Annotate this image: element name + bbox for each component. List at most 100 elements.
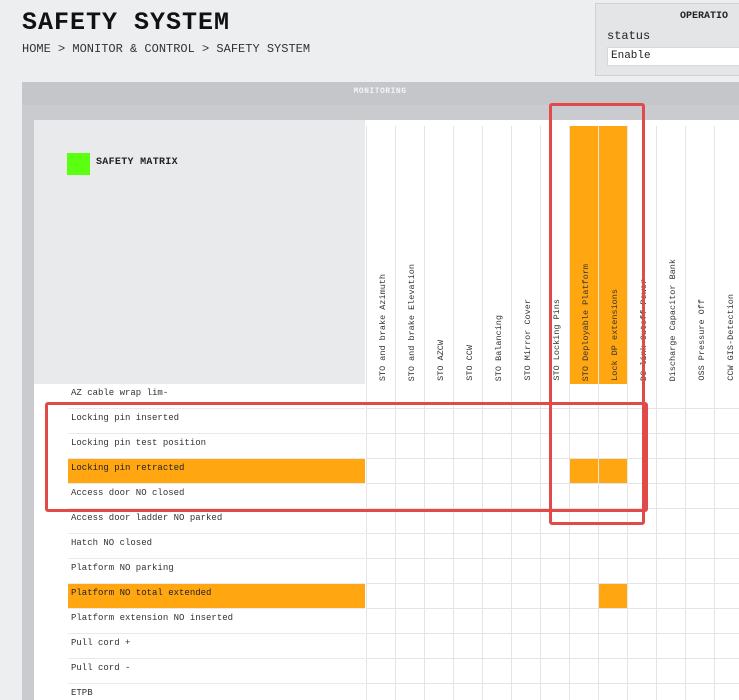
matrix-cell (424, 634, 453, 659)
row-label: Locking pin retracted (68, 459, 365, 484)
matrix-cell (540, 409, 569, 434)
matrix-cell (366, 584, 395, 609)
matrix-cell (395, 509, 424, 534)
matrix-cell (366, 384, 395, 409)
matrix-cell (685, 609, 714, 634)
column-label: CCW GIS-Detection (726, 294, 736, 381)
matrix-cell (366, 659, 395, 684)
matrix-cell (482, 659, 511, 684)
column-header: STO AZCW (424, 126, 453, 384)
matrix-cell (540, 509, 569, 534)
column-label: STO Balancing (494, 314, 504, 381)
matrix-cell (656, 484, 685, 509)
column-header: STO and brake Elevation (395, 126, 424, 384)
matrix-cell (395, 384, 424, 409)
matrix-cell (395, 409, 424, 434)
matrix-cell (395, 434, 424, 459)
matrix-cell (540, 434, 569, 459)
matrix-cell (569, 409, 598, 434)
matrix-cell (511, 384, 540, 409)
matrix-cell (598, 509, 627, 534)
matrix-cell (424, 434, 453, 459)
matrix-cell (482, 484, 511, 509)
row-label: Locking pin test position (68, 434, 365, 459)
matrix-cell (366, 559, 395, 584)
matrix-cell (424, 534, 453, 559)
matrix-cell (685, 484, 714, 509)
matrix-cell (569, 634, 598, 659)
row-label: Platform NO total extended (68, 584, 365, 609)
matrix-cell (511, 634, 540, 659)
matrix-cell (511, 484, 540, 509)
matrix-cell (366, 609, 395, 634)
matrix-cell (569, 459, 598, 484)
matrix-cell (511, 659, 540, 684)
matrix-cell (424, 484, 453, 509)
matrix-cell (685, 584, 714, 609)
matrix-cell (627, 659, 656, 684)
matrix-cell (424, 584, 453, 609)
legend-square (67, 153, 90, 175)
matrix-cell (714, 434, 739, 459)
matrix-cell (540, 459, 569, 484)
matrix-cell (540, 634, 569, 659)
matrix-cell (453, 509, 482, 534)
matrix-cell (424, 409, 453, 434)
matrix-cell (424, 684, 453, 700)
matrix-cell (482, 584, 511, 609)
matrix-cell (540, 684, 569, 700)
matrix-cell (482, 409, 511, 434)
matrix-cell (656, 609, 685, 634)
matrix-cell (569, 434, 598, 459)
column-header: DC-link Cutoff Power (627, 126, 656, 384)
matrix-cell (598, 459, 627, 484)
column-header: Discharge Capacitor Bank (656, 126, 685, 384)
matrix-cell (482, 534, 511, 559)
column-label: STO AZCW (436, 340, 446, 381)
matrix-cell (627, 459, 656, 484)
row-label: Access door ladder NO parked (68, 509, 365, 534)
matrix-cell (366, 534, 395, 559)
matrix-cell (714, 459, 739, 484)
matrix-cell (598, 659, 627, 684)
column-label: STO Deployable Platform (581, 263, 591, 381)
matrix-cell (540, 559, 569, 584)
row-label: ETPB (68, 684, 365, 700)
matrix-cell (366, 459, 395, 484)
monitoring-header: MONITORING (22, 82, 739, 105)
matrix-cell (685, 559, 714, 584)
matrix-cell (569, 559, 598, 584)
matrix-cell (540, 484, 569, 509)
row-label: AZ cable wrap lim- (68, 384, 365, 409)
matrix-cell (424, 609, 453, 634)
operation-panel: OPERATIO status Enable (595, 3, 739, 76)
matrix-cell (627, 584, 656, 609)
matrix-cell (366, 484, 395, 509)
matrix-cell (453, 684, 482, 700)
matrix-cell (569, 684, 598, 700)
matrix-cell (453, 609, 482, 634)
status-field[interactable]: Enable (607, 47, 739, 66)
matrix-cell (569, 534, 598, 559)
matrix-cell (685, 634, 714, 659)
matrix-cell (395, 684, 424, 700)
matrix-cell (627, 634, 656, 659)
matrix-cell (482, 434, 511, 459)
matrix-cell (627, 434, 656, 459)
row-label: Access door NO closed (68, 484, 365, 509)
column-header: STO Deployable Platform (569, 126, 598, 384)
matrix-cell (453, 584, 482, 609)
matrix-cell (511, 609, 540, 634)
breadcrumb[interactable]: HOME > MONITOR & CONTROL > SAFETY SYSTEM (22, 42, 310, 56)
matrix-cell (656, 559, 685, 584)
matrix-cell (511, 684, 540, 700)
matrix-cell (569, 384, 598, 409)
matrix-cell (656, 509, 685, 534)
matrix-cell (656, 584, 685, 609)
column-header: STO Mirror Cover (511, 126, 540, 384)
matrix-cell (627, 559, 656, 584)
column-header: Lock DP extensions (598, 126, 627, 384)
matrix-cell (627, 484, 656, 509)
matrix-cell (627, 534, 656, 559)
matrix-cell (511, 559, 540, 584)
